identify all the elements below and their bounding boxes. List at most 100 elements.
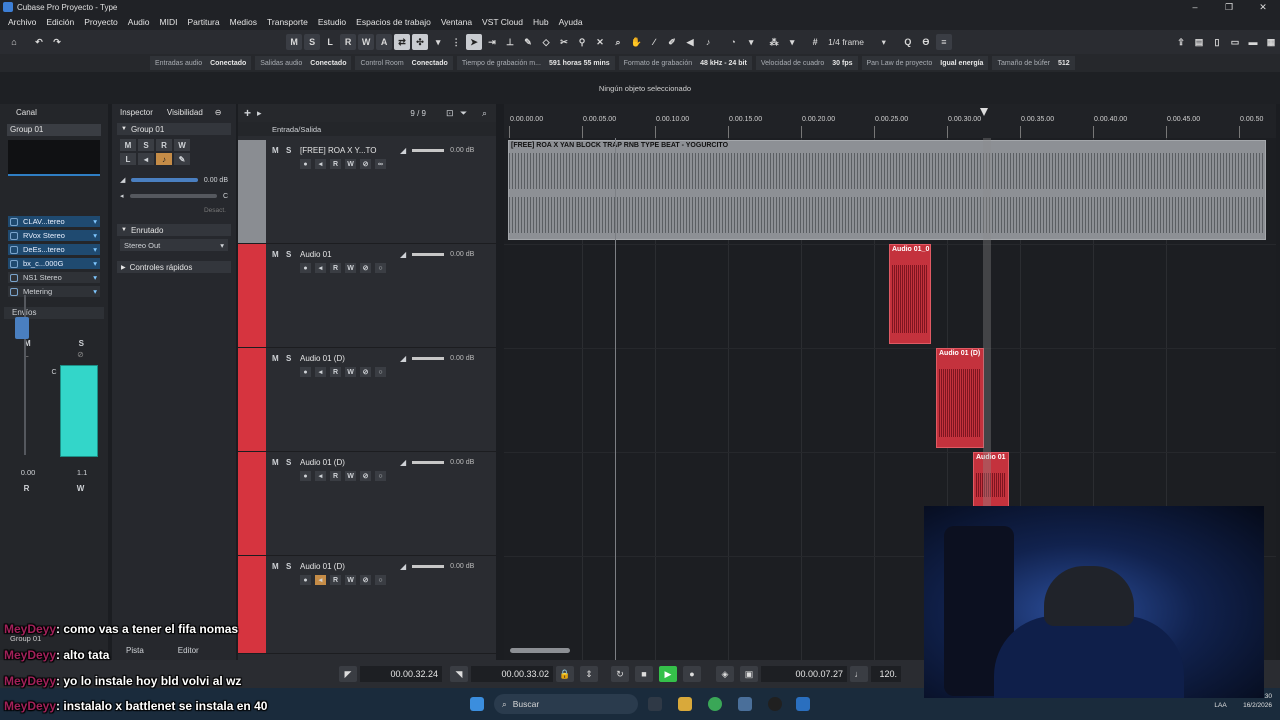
chevron-down-icon[interactable]: ▾ bbox=[93, 273, 100, 282]
snap-icon[interactable]: ◔ bbox=[725, 34, 741, 50]
edit-icon[interactable]: ⊘ bbox=[360, 367, 371, 377]
read-button[interactable]: R bbox=[330, 367, 341, 377]
speaker-icon[interactable]: ◂ bbox=[138, 153, 154, 165]
folder-row[interactable]: Entrada/Salida bbox=[238, 122, 496, 136]
read-automation-button[interactable]: R bbox=[340, 34, 357, 50]
record-icon[interactable]: ● bbox=[300, 263, 311, 273]
split-tool-icon[interactable]: ⊥ bbox=[502, 34, 518, 50]
line-tool-icon[interactable]: ∕ bbox=[646, 34, 662, 50]
right-locator-field[interactable]: 00.00.33.02 bbox=[471, 666, 553, 682]
drag-handle-icon[interactable]: ⋮ bbox=[448, 34, 464, 50]
record-icon[interactable]: ● bbox=[300, 159, 311, 169]
hand-icon[interactable]: ✋ bbox=[628, 34, 644, 50]
solo-button[interactable]: S bbox=[286, 354, 300, 363]
volume-value[interactable]: 0.00 bbox=[21, 468, 36, 477]
tab-pista[interactable]: Pista bbox=[126, 646, 144, 655]
left-zone-icon[interactable]: ▯ bbox=[1209, 34, 1225, 50]
track-row[interactable]: M S Audio 01 ◢ 0.00 dB ● ◂ R W ⊘ ○ bbox=[238, 244, 496, 348]
pan-slider[interactable] bbox=[129, 194, 217, 198]
redo-icon[interactable]: ↷ bbox=[49, 34, 65, 50]
tempo-icon[interactable]: ♩ bbox=[850, 666, 868, 682]
monitor-icon[interactable]: ◂ bbox=[315, 159, 326, 169]
inspector-track-section[interactable]: ▼ Group 01 bbox=[117, 123, 231, 135]
comp-tool-icon[interactable]: ⚲ bbox=[574, 34, 590, 50]
track-volume-value[interactable]: 0.00 dB bbox=[450, 355, 474, 362]
tab-visibilidad[interactable]: Visibilidad bbox=[167, 108, 203, 117]
grid-icon[interactable]: # bbox=[807, 34, 823, 50]
menu-archivo[interactable]: Archivo bbox=[8, 17, 36, 27]
mute-all-button[interactable]: M bbox=[286, 34, 303, 50]
task-view-icon[interactable] bbox=[648, 697, 662, 711]
write-button[interactable]: W bbox=[345, 263, 356, 273]
lane-icon[interactable]: ○ bbox=[375, 263, 386, 273]
insert-power-icon[interactable] bbox=[10, 259, 18, 268]
clock-date[interactable]: 16/2/2026 bbox=[1243, 701, 1272, 710]
insert-power-icon[interactable] bbox=[10, 273, 18, 282]
monitor-icon[interactable]: ◂ bbox=[315, 471, 326, 481]
listen-icon[interactable]: L bbox=[120, 153, 136, 165]
quantize-panel-icon[interactable]: ≡ bbox=[935, 34, 952, 50]
track-volume-value[interactable]: 0.00 dB bbox=[450, 251, 474, 258]
swing-icon[interactable]: Ɵ bbox=[918, 34, 934, 50]
write-automation-button[interactable]: W bbox=[358, 34, 375, 50]
zoom-icon[interactable]: ⌕ bbox=[610, 34, 626, 50]
automation-mode-button[interactable]: A bbox=[376, 34, 393, 50]
track-row[interactable]: M S Audio 01 (D) ◢ 0.00 dB ● ◂ R W ⊘ ○ bbox=[238, 452, 496, 556]
menu-partitura[interactable]: Partitura bbox=[187, 17, 219, 27]
mute-button[interactable]: M bbox=[120, 139, 136, 151]
edit-icon[interactable]: ⊘ bbox=[360, 159, 371, 169]
status-record-format[interactable]: Formato de grabación 48 kHz - 24 bit bbox=[618, 56, 752, 70]
audio-event[interactable]: Audio 01 (D) bbox=[936, 348, 984, 448]
track-visibility-icon[interactable]: ⊡ bbox=[446, 108, 454, 119]
insert-slot[interactable]: bx_c...000G ▾ bbox=[8, 258, 100, 269]
status-control-room[interactable]: Control Room Conectado bbox=[355, 56, 453, 70]
lower-zone-icon[interactable]: ▬ bbox=[1245, 34, 1261, 50]
monitor-icon[interactable]: ◂ bbox=[315, 263, 326, 273]
track-volume-value[interactable]: 0.00 dB bbox=[450, 563, 474, 570]
menu-medios[interactable]: Medios bbox=[230, 17, 257, 27]
mute-button[interactable]: M bbox=[272, 458, 286, 467]
glue-tool-icon[interactable]: ✎ bbox=[520, 34, 536, 50]
read-button[interactable]: R bbox=[330, 159, 341, 169]
link-icon[interactable]: ∞ bbox=[375, 159, 386, 169]
marker-icon[interactable]: ◈ bbox=[716, 666, 734, 682]
edit-icon[interactable]: ⊘ bbox=[360, 263, 371, 273]
play-tool-icon[interactable]: ◀ bbox=[682, 34, 698, 50]
insert-power-icon[interactable] bbox=[10, 245, 18, 254]
fader-handle[interactable] bbox=[15, 317, 29, 339]
track-name[interactable]: [FREE] ROA X Y...TO bbox=[300, 146, 400, 155]
record-icon[interactable]: ● bbox=[300, 367, 311, 377]
channel-name[interactable]: Group 01 bbox=[7, 124, 101, 136]
menu-transporte[interactable]: Transporte bbox=[267, 17, 308, 27]
chevron-down-icon[interactable]: ▾ bbox=[430, 34, 446, 50]
menu-ayuda[interactable]: Ayuda bbox=[559, 17, 583, 27]
chrome-icon[interactable] bbox=[708, 697, 722, 711]
mute-button[interactable]: M bbox=[272, 354, 286, 363]
undo-icon[interactable]: ↶ bbox=[31, 34, 47, 50]
monitor-icon[interactable]: ◂ bbox=[315, 575, 326, 585]
track-volume-slider[interactable] bbox=[412, 460, 445, 464]
track-volume-value[interactable]: 0.00 dB bbox=[450, 147, 474, 154]
routing-section[interactable]: ▼ Enrutado bbox=[117, 224, 231, 236]
cycle-icon[interactable]: ↻ bbox=[611, 666, 629, 682]
delay-status[interactable]: Desact. bbox=[112, 207, 236, 214]
lane-icon[interactable]: ○ bbox=[375, 471, 386, 481]
position-field[interactable]: 00.00.07.27 bbox=[761, 666, 847, 682]
quantize-select[interactable]: 1/4 frame ▾ bbox=[825, 34, 889, 50]
write-button[interactable]: W bbox=[345, 367, 356, 377]
add-track-icon[interactable]: + bbox=[244, 106, 251, 120]
menu-hub[interactable]: Hub bbox=[533, 17, 549, 27]
track-row[interactable]: M S Audio 01 (D) ◢ 0.00 dB ● ◂ R W ⊘ ○ bbox=[238, 348, 496, 452]
audio-event[interactable]: Audio 01_0 bbox=[889, 244, 931, 344]
erase-tool-icon[interactable]: ◇ bbox=[538, 34, 554, 50]
status-buffer-size[interactable]: Tamaño de búfer 512 bbox=[992, 56, 1075, 70]
edit-icon[interactable]: ⊘ bbox=[360, 575, 371, 585]
write-button[interactable]: W bbox=[345, 159, 356, 169]
right-locator-icon[interactable]: ◥ bbox=[450, 666, 468, 682]
zoom-tool-icon[interactable]: ✂ bbox=[556, 34, 572, 50]
menu-edicion[interactable]: Edición bbox=[46, 17, 74, 27]
track-name[interactable]: Audio 01 (D) bbox=[300, 458, 400, 467]
media-bay-icon[interactable]: ▤ bbox=[1191, 34, 1207, 50]
track-row[interactable]: M S Audio 01 (D) ◢ 0.00 dB ● ◂ R W ⊘ ○ bbox=[238, 556, 496, 654]
read-button[interactable]: R bbox=[330, 471, 341, 481]
